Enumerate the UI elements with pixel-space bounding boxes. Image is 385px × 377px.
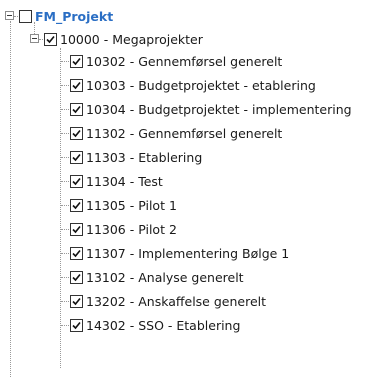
- project-label[interactable]: 14302 - SSO - Etablering: [86, 318, 240, 333]
- group-checkbox[interactable]: [44, 32, 57, 46]
- project-checkbox[interactable]: [70, 54, 83, 68]
- tree-node-project[interactable]: 13202 - Anskaffelse generelt: [70, 290, 266, 312]
- tree-node-project[interactable]: 11304 - Test: [70, 170, 163, 192]
- project-label[interactable]: 11303 - Etablering: [86, 150, 202, 165]
- tree-connector: [14, 16, 18, 17]
- group-label[interactable]: 10000 - Megaprojekter: [60, 32, 203, 47]
- project-checkbox[interactable]: [70, 150, 83, 164]
- tree-connector: [61, 277, 69, 278]
- root-checkbox[interactable]: [19, 9, 32, 23]
- tree-node-project[interactable]: 13102 - Analyse generelt: [70, 266, 244, 288]
- tree-node-project[interactable]: 11306 - Pilot 2: [70, 218, 177, 240]
- tree-node-project[interactable]: 11302 - Gennemførsel generelt: [70, 122, 282, 144]
- tree-connector: [61, 85, 69, 86]
- tree-connector: [61, 181, 69, 182]
- tree-node-project[interactable]: 11305 - Pilot 1: [70, 194, 177, 216]
- project-label[interactable]: 10303 - Budgetprojektet - etablering: [86, 78, 316, 93]
- project-label[interactable]: 13202 - Anskaffelse generelt: [86, 294, 266, 309]
- tree-connector: [61, 61, 69, 62]
- project-checkbox[interactable]: [70, 318, 83, 332]
- root-collapse-toggle[interactable]: [5, 11, 14, 20]
- tree-connector: [61, 133, 69, 134]
- tree-connector: [61, 109, 69, 110]
- tree-connector: [61, 253, 69, 254]
- tree-node-project[interactable]: 10304 - Budgetprojektet - implementering: [70, 98, 352, 120]
- tree-connector: [61, 301, 69, 302]
- project-checkbox[interactable]: [70, 222, 83, 236]
- tree-connector: [60, 48, 61, 368]
- project-checkbox[interactable]: [70, 246, 83, 260]
- tree-connector: [61, 205, 69, 206]
- tree-connector: [10, 21, 11, 377]
- project-checkbox[interactable]: [70, 102, 83, 116]
- project-tree: FM_Projekt 10000 - Megaprojekter 10302 -…: [0, 0, 385, 377]
- tree-node-group[interactable]: 10000 - Megaprojekter: [44, 28, 203, 50]
- tree-node-project[interactable]: 10302 - Gennemførsel generelt: [70, 50, 282, 72]
- project-label[interactable]: 10302 - Gennemførsel generelt: [86, 54, 282, 69]
- tree-node-project[interactable]: 10303 - Budgetprojektet - etablering: [70, 74, 316, 96]
- project-checkbox[interactable]: [70, 270, 83, 284]
- tree-connector: [34, 22, 35, 34]
- project-label[interactable]: 11304 - Test: [86, 174, 163, 189]
- group-collapse-toggle[interactable]: [30, 34, 39, 43]
- project-label[interactable]: 11306 - Pilot 2: [86, 222, 177, 237]
- project-label[interactable]: 13102 - Analyse generelt: [86, 270, 244, 285]
- project-label[interactable]: 10304 - Budgetprojektet - implementering: [86, 102, 352, 117]
- tree-connector: [39, 39, 43, 40]
- project-label[interactable]: 11305 - Pilot 1: [86, 198, 177, 213]
- tree-node-project[interactable]: 11307 - Implementering Bølge 1: [70, 242, 289, 264]
- project-checkbox[interactable]: [70, 198, 83, 212]
- project-checkbox[interactable]: [70, 174, 83, 188]
- project-checkbox[interactable]: [70, 78, 83, 92]
- tree-node-project[interactable]: 11303 - Etablering: [70, 146, 202, 168]
- tree-connector: [61, 157, 69, 158]
- project-label[interactable]: 11307 - Implementering Bølge 1: [86, 246, 289, 261]
- project-label[interactable]: 11302 - Gennemførsel generelt: [86, 126, 282, 141]
- project-checkbox[interactable]: [70, 126, 83, 140]
- project-checkbox[interactable]: [70, 294, 83, 308]
- tree-connector: [61, 325, 69, 326]
- root-label[interactable]: FM_Projekt: [35, 9, 113, 24]
- tree-connector: [61, 229, 69, 230]
- tree-node-project[interactable]: 14302 - SSO - Etablering: [70, 314, 240, 336]
